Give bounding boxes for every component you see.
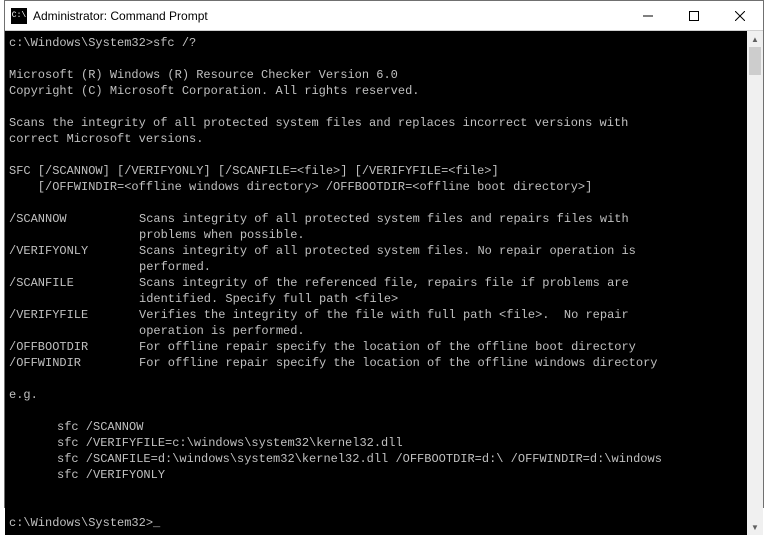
option-desc: Scans integrity of all protected system … xyxy=(139,243,699,275)
cursor: _ xyxy=(153,516,160,530)
output-line: Scans the integrity of all protected sys… xyxy=(9,116,628,130)
prompt-command: sfc /? xyxy=(153,36,196,50)
output-line: Microsoft (R) Windows (R) Resource Check… xyxy=(9,68,398,82)
option-desc: Scans integrity of all protected system … xyxy=(139,211,699,243)
option-desc: Scans integrity of the referenced file, … xyxy=(139,275,699,307)
example-line: sfc /SCANFILE=d:\windows\system32\kernel… xyxy=(9,451,743,467)
option-desc: For offline repair specify the location … xyxy=(139,339,699,355)
console-area: c:\Windows\System32>sfc /? Microsoft (R)… xyxy=(5,31,763,535)
cmd-window: C:\ Administrator: Command Prompt c:\Win… xyxy=(4,0,764,508)
cmd-icon: C:\ xyxy=(11,8,27,24)
output-line: Copyright (C) Microsoft Corporation. All… xyxy=(9,84,419,98)
option-row: /OFFWINDIRFor offline repair specify the… xyxy=(9,355,743,371)
titlebar[interactable]: C:\ Administrator: Command Prompt xyxy=(5,1,763,31)
scroll-thumb[interactable] xyxy=(749,47,761,75)
prompt-path: c:\Windows\System32> xyxy=(9,516,153,530)
option-key: /OFFBOOTDIR xyxy=(9,339,139,355)
prompt-path: c:\Windows\System32> xyxy=(9,36,153,50)
option-key: /VERIFYONLY xyxy=(9,243,139,259)
option-key: /SCANFILE xyxy=(9,275,139,291)
example-line: sfc /VERIFYFILE=c:\windows\system32\kern… xyxy=(9,435,743,451)
example-line: sfc /VERIFYONLY xyxy=(9,467,743,483)
window-title: Administrator: Command Prompt xyxy=(33,9,208,23)
example-line: sfc /SCANNOW xyxy=(9,419,743,435)
scroll-down-arrow[interactable]: ▼ xyxy=(747,519,763,535)
option-key: /SCANNOW xyxy=(9,211,139,227)
vertical-scrollbar[interactable]: ▲ ▼ xyxy=(747,31,763,535)
scroll-up-arrow[interactable]: ▲ xyxy=(747,31,763,47)
option-desc: Verifies the integrity of the file with … xyxy=(139,307,699,339)
option-row: /SCANNOWScans integrity of all protected… xyxy=(9,211,743,243)
option-key: /VERIFYFILE xyxy=(9,307,139,323)
console-output[interactable]: c:\Windows\System32>sfc /? Microsoft (R)… xyxy=(5,31,747,535)
option-key: /OFFWINDIR xyxy=(9,355,139,371)
output-line: SFC [/SCANNOW] [/VERIFYONLY] [/SCANFILE=… xyxy=(9,164,499,178)
option-row: /VERIFYONLYScans integrity of all protec… xyxy=(9,243,743,275)
option-desc: For offline repair specify the location … xyxy=(139,355,699,371)
maximize-button[interactable] xyxy=(671,1,717,30)
output-line: correct Microsoft versions. xyxy=(9,132,203,146)
minimize-button[interactable] xyxy=(625,1,671,30)
option-row: /SCANFILEScans integrity of the referenc… xyxy=(9,275,743,307)
option-row: /VERIFYFILEVerifies the integrity of the… xyxy=(9,307,743,339)
output-line: e.g. xyxy=(9,388,38,402)
output-line: [/OFFWINDIR=<offline windows directory> … xyxy=(9,180,592,194)
option-row: /OFFBOOTDIRFor offline repair specify th… xyxy=(9,339,743,355)
close-button[interactable] xyxy=(717,1,763,30)
